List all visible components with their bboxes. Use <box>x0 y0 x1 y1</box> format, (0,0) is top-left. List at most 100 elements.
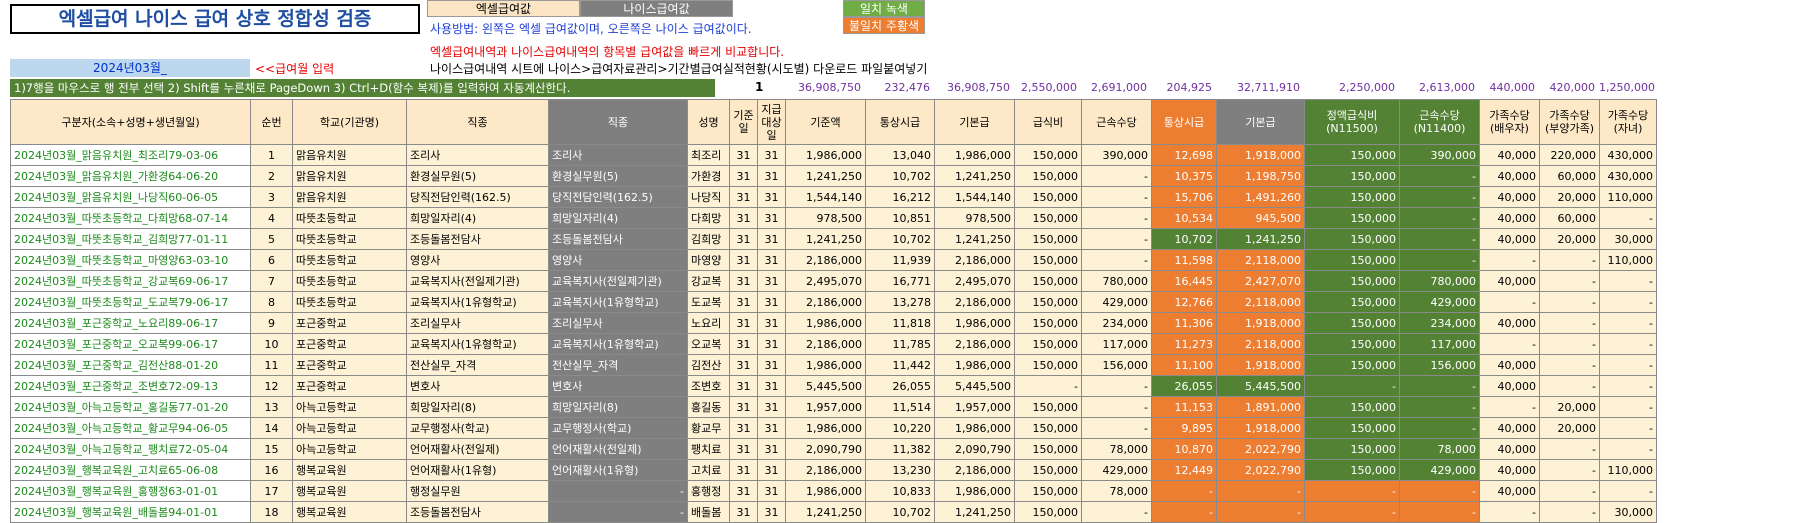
table-cell[interactable]: 12,449 <box>1151 459 1217 481</box>
table-cell[interactable]: 1 <box>250 144 293 166</box>
table-cell[interactable]: 31 <box>729 438 758 460</box>
table-cell[interactable]: - <box>1081 165 1152 187</box>
table-cell[interactable]: 14 <box>250 417 293 439</box>
table-cell[interactable]: 150,000 <box>1014 165 1082 187</box>
table-cell[interactable]: 희망일자리(4) <box>406 207 549 229</box>
table-cell[interactable]: - <box>1399 228 1480 250</box>
table-cell[interactable]: 31 <box>757 459 786 481</box>
table-cell[interactable]: 31 <box>729 165 758 187</box>
table-cell[interactable]: 김전산 <box>687 354 730 376</box>
table-cell[interactable]: 18 <box>250 501 293 523</box>
table-cell[interactable]: 13,040 <box>865 144 935 166</box>
table-cell[interactable]: 60,000 <box>1539 165 1600 187</box>
table-cell[interactable]: - <box>1479 249 1540 271</box>
table-cell[interactable]: 맑음유치원 <box>292 165 407 187</box>
table-cell[interactable]: 10 <box>250 333 293 355</box>
table-cell[interactable]: 13,278 <box>865 291 935 313</box>
table-cell[interactable]: 16 <box>250 459 293 481</box>
table-cell[interactable]: 10,702 <box>865 165 935 187</box>
table-cell[interactable]: 60,000 <box>1539 207 1600 229</box>
table-cell[interactable]: 150,000 <box>1304 438 1400 460</box>
table-cell[interactable]: 110,000 <box>1599 249 1657 271</box>
table-cell[interactable]: 429,000 <box>1399 291 1480 313</box>
table-cell[interactable]: 31 <box>729 144 758 166</box>
table-cell[interactable]: 40,000 <box>1479 312 1540 334</box>
row-key-cell[interactable]: 2024년03월_맑음유치원_최조리79-03-06 <box>10 144 251 166</box>
table-cell[interactable]: 150,000 <box>1304 396 1400 418</box>
table-cell[interactable]: 홍행정 <box>687 480 730 502</box>
table-cell[interactable]: 행정실무원 <box>406 480 549 502</box>
table-cell[interactable]: 포근중학교 <box>292 312 407 334</box>
table-cell[interactable]: 31 <box>757 291 786 313</box>
table-cell[interactable]: 1,986,000 <box>785 480 866 502</box>
table-cell[interactable]: 10,375 <box>1151 165 1217 187</box>
table-cell[interactable]: 마영양 <box>687 249 730 271</box>
table-cell[interactable]: 10,702 <box>865 501 935 523</box>
table-cell[interactable]: 1,918,000 <box>1216 144 1305 166</box>
table-cell[interactable]: 31 <box>729 207 758 229</box>
table-cell[interactable]: - <box>1399 165 1480 187</box>
table-cell[interactable]: - <box>1539 312 1600 334</box>
table-cell[interactable]: 팽치료 <box>687 438 730 460</box>
table-cell[interactable]: 1,241,250 <box>1216 228 1305 250</box>
table-cell[interactable]: 5 <box>250 228 293 250</box>
table-cell[interactable]: 150,000 <box>1014 291 1082 313</box>
table-cell[interactable]: 행복교육원 <box>292 480 407 502</box>
table-cell[interactable]: 행복교육원 <box>292 501 407 523</box>
table-cell[interactable]: 150,000 <box>1304 249 1400 271</box>
table-cell[interactable]: 150,000 <box>1014 501 1082 523</box>
table-cell[interactable]: 언어재활사(1유형) <box>548 459 688 481</box>
table-cell[interactable]: 150,000 <box>1304 417 1400 439</box>
table-cell[interactable]: 2,186,000 <box>934 249 1015 271</box>
table-cell[interactable]: - <box>1599 417 1657 439</box>
row-key-cell[interactable]: 2024년03월_포근중학교_오교복99-06-17 <box>10 333 251 355</box>
table-cell[interactable]: 978,500 <box>934 207 1015 229</box>
table-cell[interactable]: 1,986,000 <box>934 312 1015 334</box>
table-cell[interactable]: 430,000 <box>1599 144 1657 166</box>
table-cell[interactable]: 2,022,790 <box>1216 438 1305 460</box>
table-cell[interactable]: 전산실무_자격 <box>548 354 688 376</box>
table-cell[interactable]: 조리실무사 <box>548 312 688 334</box>
table-cell[interactable]: 오교복 <box>687 333 730 355</box>
table-cell[interactable]: - <box>1399 375 1480 397</box>
table-cell[interactable]: 1,544,140 <box>785 186 866 208</box>
table-cell[interactable]: 1,986,000 <box>785 144 866 166</box>
row-key-cell[interactable]: 2024년03월_따뜻초등학교_강교복69-06-17 <box>10 270 251 292</box>
row-key-cell[interactable]: 2024년03월_맑음유치원_가환경64-06-20 <box>10 165 251 187</box>
table-cell[interactable]: 언어재활사(1유형) <box>406 459 549 481</box>
table-cell[interactable]: 40,000 <box>1479 207 1540 229</box>
table-cell[interactable]: 아늑고등학교 <box>292 438 407 460</box>
table-cell[interactable]: 15 <box>250 438 293 460</box>
table-cell[interactable]: - <box>1539 291 1600 313</box>
table-cell[interactable]: - <box>1304 501 1400 523</box>
table-cell[interactable]: 20,000 <box>1539 396 1600 418</box>
table-cell[interactable]: - <box>1399 249 1480 271</box>
table-cell[interactable]: 5,445,500 <box>934 375 1015 397</box>
table-cell[interactable]: 2,186,000 <box>785 333 866 355</box>
table-cell[interactable]: 78,000 <box>1081 438 1152 460</box>
table-cell[interactable]: 31 <box>729 354 758 376</box>
table-cell[interactable]: - <box>1539 354 1600 376</box>
table-cell[interactable]: 희망일자리(4) <box>548 207 688 229</box>
table-cell[interactable]: 780,000 <box>1399 270 1480 292</box>
row-key-cell[interactable]: 2024년03월_따뜻초등학교_도교복79-06-17 <box>10 291 251 313</box>
table-cell[interactable]: - <box>1599 480 1657 502</box>
table-cell[interactable]: 교육복지사(1유형학교) <box>548 291 688 313</box>
table-cell[interactable]: 10,220 <box>865 417 935 439</box>
table-cell[interactable]: 1,241,250 <box>785 165 866 187</box>
table-cell[interactable]: - <box>1539 438 1600 460</box>
table-cell[interactable]: 78,000 <box>1399 438 1480 460</box>
table-cell[interactable]: 다희망 <box>687 207 730 229</box>
table-cell[interactable]: - <box>1599 312 1657 334</box>
table-cell[interactable]: - <box>548 501 688 523</box>
table-cell[interactable]: - <box>548 480 688 502</box>
month-input[interactable]: 2024년03월_ <box>10 59 250 77</box>
table-cell[interactable]: 변호사 <box>406 375 549 397</box>
table-cell[interactable]: 30,000 <box>1599 501 1657 523</box>
table-cell[interactable]: 150,000 <box>1014 396 1082 418</box>
table-cell[interactable]: 11,598 <box>1151 249 1217 271</box>
table-cell[interactable]: 맑음유치원 <box>292 144 407 166</box>
table-cell[interactable]: 1,918,000 <box>1216 417 1305 439</box>
table-cell[interactable]: 31 <box>729 228 758 250</box>
table-cell[interactable]: 1,986,000 <box>785 354 866 376</box>
